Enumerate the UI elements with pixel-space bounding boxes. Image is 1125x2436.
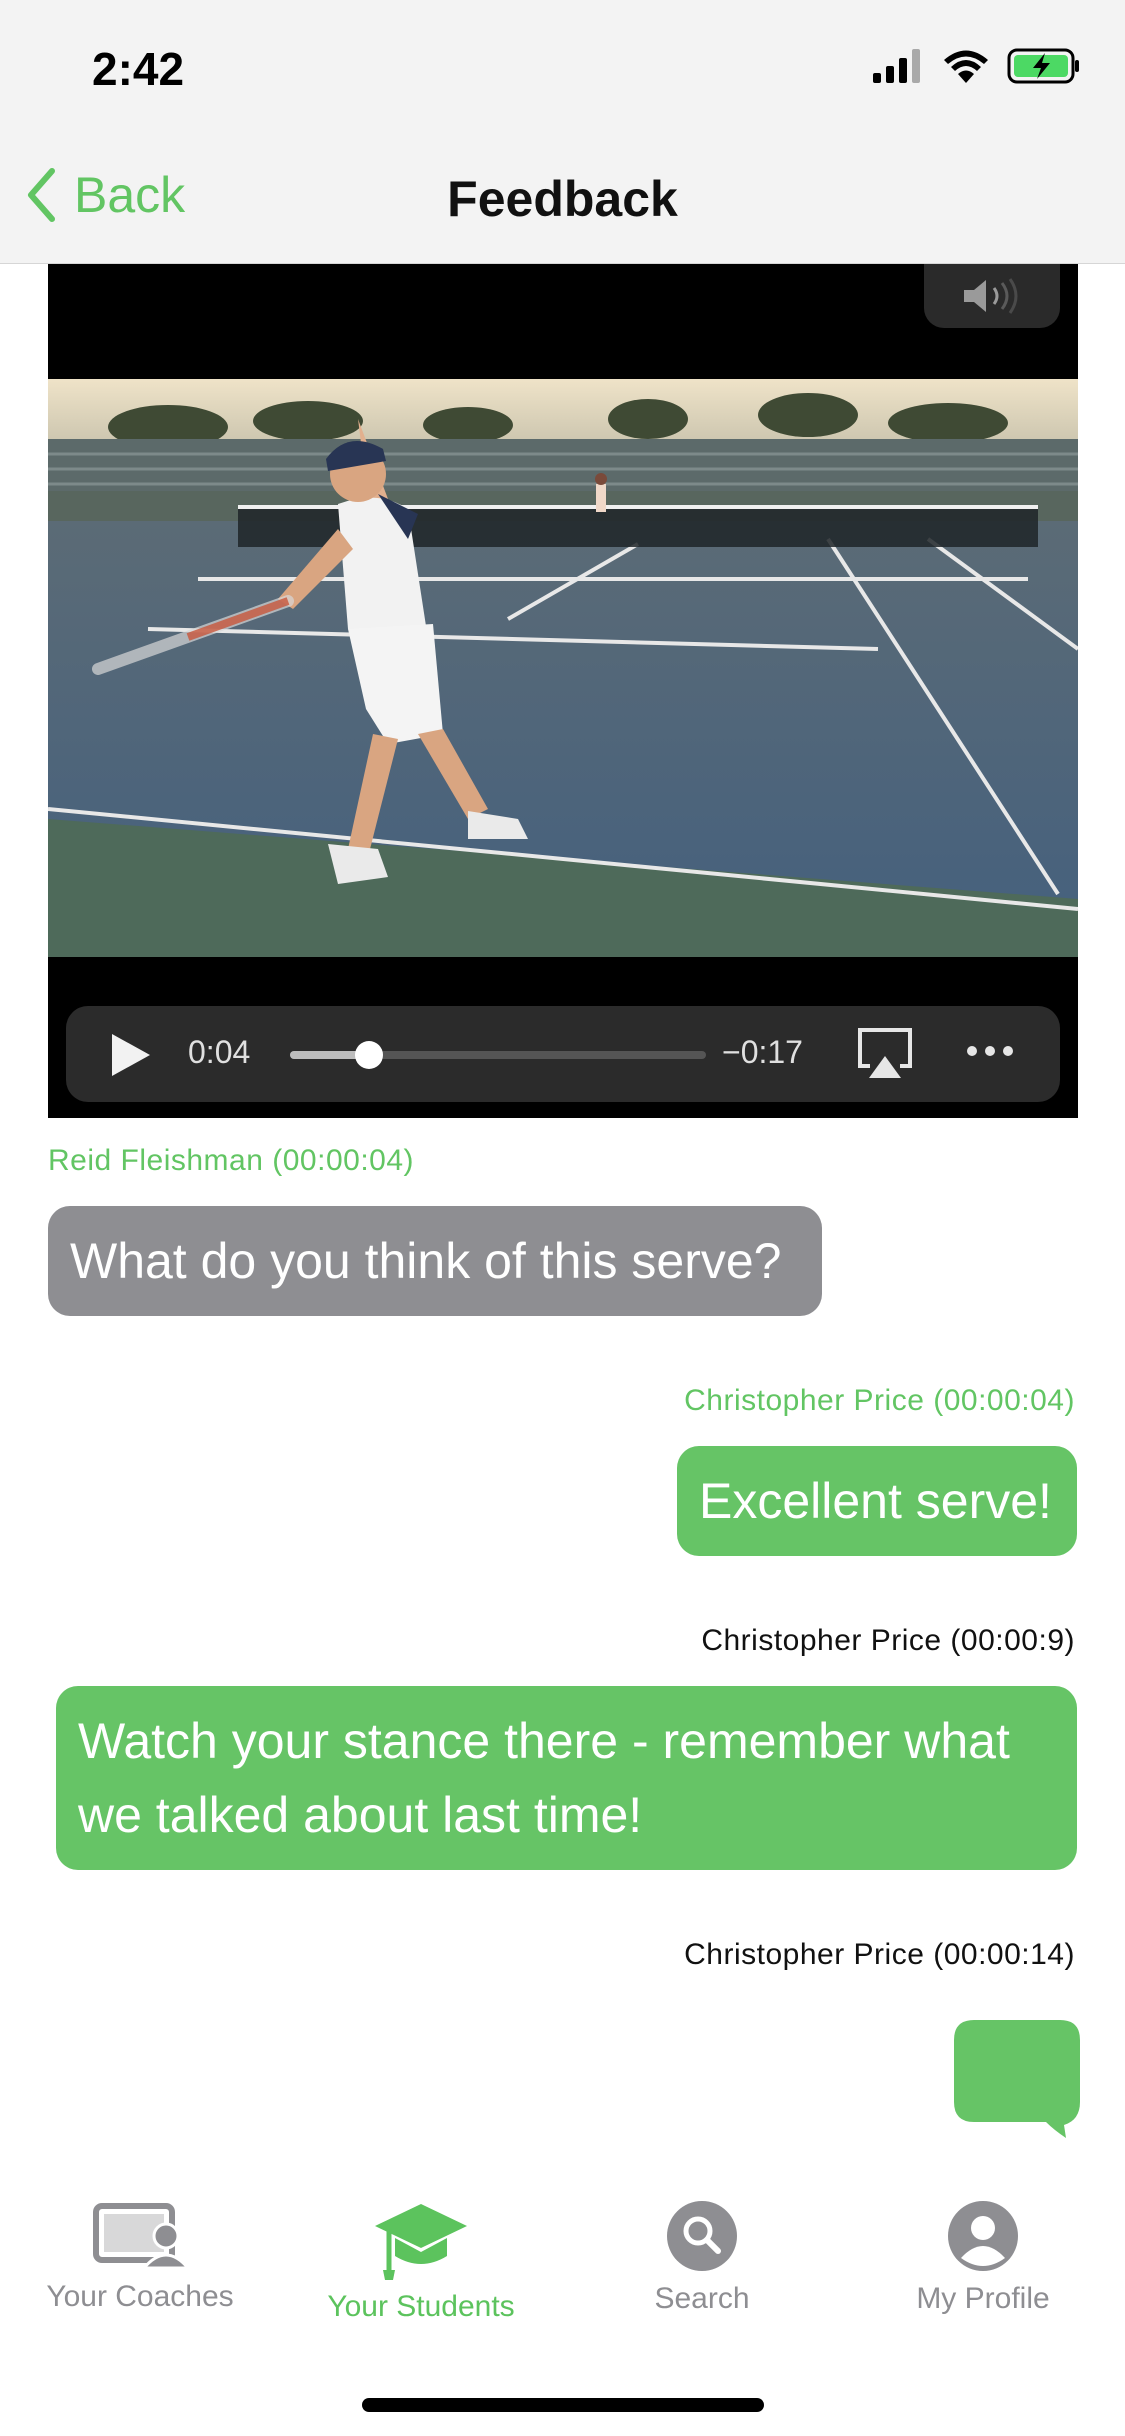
status-time: 2:42 xyxy=(92,43,185,95)
tab-label: My Profile xyxy=(916,2282,1050,2315)
more-options-icon[interactable] xyxy=(966,1044,1014,1058)
message-author-timestamp: Christopher Price (00:00:04) xyxy=(684,1384,1075,1417)
wifi-icon xyxy=(944,50,988,83)
status-bar: 2:42 xyxy=(0,0,1125,132)
tab-your-coaches[interactable]: Your Coaches xyxy=(0,2200,280,2314)
scrubber-handle[interactable] xyxy=(355,1041,384,1069)
speaker-icon xyxy=(964,278,1018,314)
tab-label: Your Coaches xyxy=(46,2280,234,2313)
message-text-line: we talked about last time! xyxy=(78,1787,643,1843)
volume-button[interactable] xyxy=(924,264,1060,328)
tab-search[interactable]: Search xyxy=(562,2200,842,2316)
profile-icon xyxy=(948,2201,1018,2271)
message-bubble-outgoing: Watch your stance there - remember what … xyxy=(56,1686,1077,1870)
message-bubble-outgoing: Excellent serve! xyxy=(677,1446,1077,1556)
tab-my-profile[interactable]: My Profile xyxy=(843,2200,1123,2316)
video-player[interactable]: 0:04 −0:17 xyxy=(48,264,1078,1118)
airplay-icon[interactable] xyxy=(856,1026,914,1080)
elapsed-time: 0:04 xyxy=(188,1034,251,1070)
tab-label: Your Students xyxy=(327,2290,515,2323)
status-icons xyxy=(873,48,1081,84)
remaining-time: −0:17 xyxy=(722,1034,803,1070)
graduation-cap-icon xyxy=(375,2204,467,2280)
scrubber-track[interactable] xyxy=(290,1041,706,1069)
coaches-icon xyxy=(93,2203,188,2270)
page-title: Feedback xyxy=(447,171,678,227)
tab-bar: Your Coaches Your Students Search My Pro… xyxy=(0,2150,1125,2436)
message-author-timestamp: Reid Fleishman (00:00:04) xyxy=(48,1144,415,1177)
play-icon[interactable] xyxy=(108,1032,152,1078)
navigation-bar: Back Feedback xyxy=(0,132,1125,264)
message-bubble-incoming: What do you think of this serve? xyxy=(48,1206,822,1316)
home-indicator xyxy=(362,2398,764,2412)
message-text-line: Watch your stance there - remember what xyxy=(78,1713,1010,1769)
video-frame-tennis-serve xyxy=(48,379,1078,957)
message-bubble-outgoing xyxy=(954,2020,1080,2138)
tab-label: Search xyxy=(654,2282,750,2315)
battery-charging-icon xyxy=(1007,48,1079,84)
video-controls: 0:04 −0:17 xyxy=(66,1006,1060,1102)
search-icon xyxy=(667,2201,737,2271)
message-author-timestamp: Christopher Price (00:00:9) xyxy=(701,1624,1075,1657)
cellular-signal-icon xyxy=(873,49,920,83)
message-author-timestamp: Christopher Price (00:00:14) xyxy=(684,1938,1075,1971)
tab-your-students[interactable]: Your Students xyxy=(281,2200,561,2324)
